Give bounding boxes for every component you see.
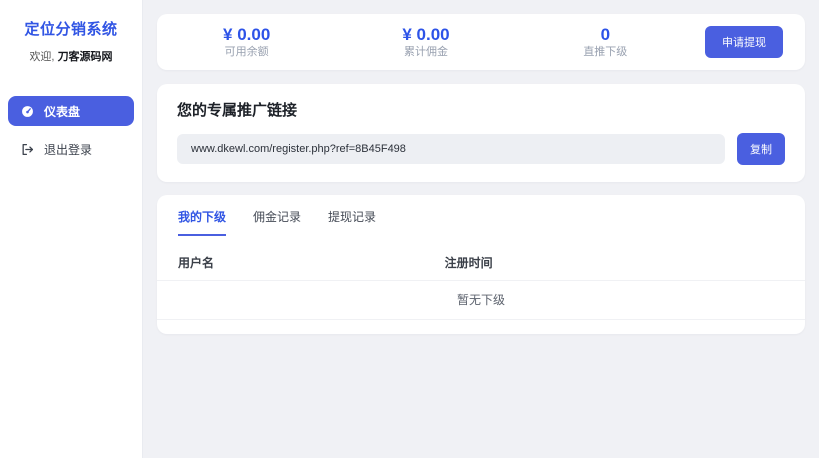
downline-table: 用户名 注册时间 暂无下级	[157, 248, 805, 320]
stats-card: ¥ 0.00 可用余额 ¥ 0.00 累计佣金 0 直推下级 申请提现	[157, 14, 805, 70]
column-header-register-time: 注册时间	[444, 256, 493, 270]
withdraw-button[interactable]: 申请提现	[704, 26, 783, 58]
downline-card: 我的下级 佣金记录 提现记录 用户名 注册时间 暂无下级	[157, 195, 805, 334]
stat-value: ¥ 0.00	[402, 25, 450, 44]
username: 刀客源码网	[57, 51, 113, 63]
sidebar-item-label: 仪表盘	[44, 104, 81, 119]
referral-row: www.dkewl.com/register.php?ref=8B45F498 …	[177, 133, 785, 165]
main-content: ¥ 0.00 可用余额 ¥ 0.00 累计佣金 0 直推下级 申请提现 您的专属…	[143, 0, 819, 458]
gauge-icon	[21, 105, 34, 118]
table-header-row: 用户名 注册时间	[157, 248, 805, 281]
column-header-username: 用户名	[178, 256, 215, 270]
stat-direct-referrals: 0 直推下级	[516, 24, 695, 60]
stat-label: 累计佣金	[403, 46, 448, 59]
referral-title: 您的专属推广链接	[177, 102, 298, 119]
sidebar: 定位分销系统 欢迎, 刀客源码网 仪表盘 退出登录	[0, 0, 143, 458]
stat-label: 可用余额	[224, 46, 269, 59]
copy-button[interactable]: 复制	[737, 133, 785, 165]
logout-icon	[21, 143, 34, 156]
referral-link-field[interactable]: www.dkewl.com/register.php?ref=8B45F498	[177, 134, 725, 164]
stat-total-commission: ¥ 0.00 累计佣金	[336, 24, 515, 60]
stat-value: ¥ 0.00	[223, 25, 271, 44]
sidebar-nav: 仪表盘 退出登录	[0, 96, 142, 164]
table-empty-row: 暂无下级	[157, 281, 805, 320]
tab-withdraw-records[interactable]: 提现记录	[328, 208, 376, 236]
app-title: 定位分销系统	[24, 21, 118, 38]
stat-available-balance: ¥ 0.00 可用余额	[157, 24, 336, 60]
referral-card: 您的专属推广链接 www.dkewl.com/register.php?ref=…	[157, 84, 805, 182]
tab-bar: 我的下级 佣金记录 提现记录	[157, 208, 805, 236]
stat-label: 直推下级	[583, 46, 628, 59]
sidebar-item-label: 退出登录	[44, 142, 93, 157]
welcome-prefix: 欢迎,	[29, 51, 55, 63]
sidebar-item-dashboard[interactable]: 仪表盘	[8, 96, 134, 126]
welcome-text: 欢迎, 刀客源码网	[0, 48, 142, 64]
tab-my-downline[interactable]: 我的下级	[178, 208, 227, 236]
tab-commission-records[interactable]: 佣金记录	[253, 208, 301, 236]
sidebar-item-logout[interactable]: 退出登录	[8, 134, 134, 164]
stat-value: 0	[600, 25, 611, 44]
